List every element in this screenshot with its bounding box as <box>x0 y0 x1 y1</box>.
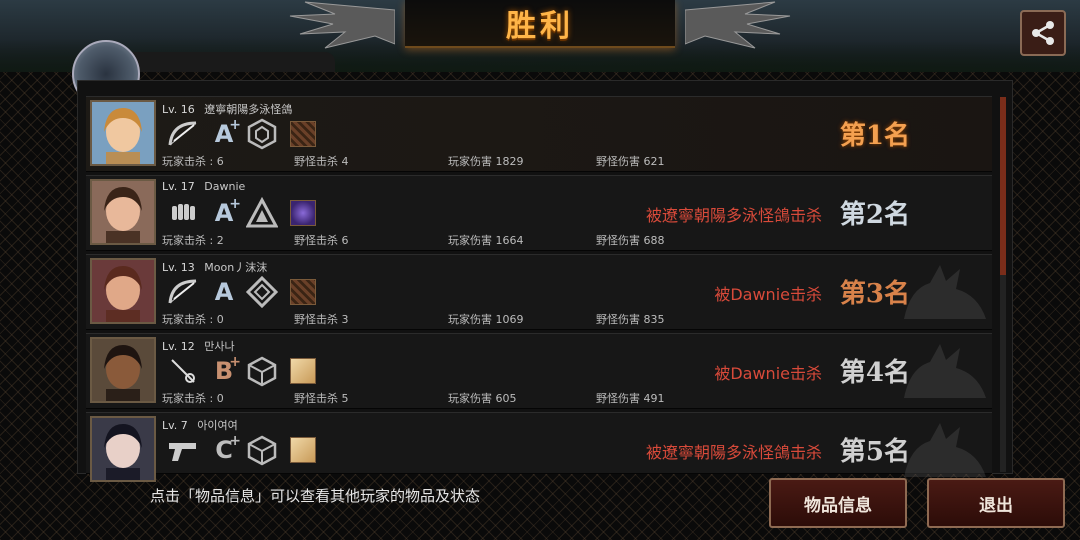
player-title: Lv. 13 Moon丿沫沫 <box>162 259 267 275</box>
wolf-emblem-icon <box>904 344 986 398</box>
player-grade: B + <box>205 354 243 388</box>
player-level: Lv. 12 <box>162 340 195 353</box>
player-damage: 玩家伤害 1664 <box>448 234 524 247</box>
hexagon-emblem-icon <box>243 117 281 151</box>
rank-label: 第1名 <box>839 121 910 151</box>
grade-letter: A <box>214 278 234 306</box>
rank-label: 第4名 <box>839 358 910 388</box>
player-stats: 玩家击杀 : 2 野怪击杀 6 玩家伤害 1664 野怪伤害 688 <box>162 232 762 247</box>
player-row[interactable]: Lv. 7 아이여여 C + 被遼寧朝陽多泳怪鴿击杀 第5名 <box>86 412 992 482</box>
player-damage: 玩家伤害 605 <box>448 392 517 405</box>
cube-emblem-icon <box>243 354 281 388</box>
player-kills: 玩家击杀 : 0 <box>162 313 224 326</box>
player-damage: 玩家伤害 1069 <box>448 313 524 326</box>
player-row[interactable]: Lv. 13 Moon丿沫沫 A 玩家击杀 : 0 野怪击杀 3 玩家伤害 10… <box>86 254 992 330</box>
player-level: Lv. 13 <box>162 261 195 274</box>
player-row[interactable]: Lv. 12 만사나 B + 玩家击杀 : 0 野怪击杀 5 玩家伤害 605 … <box>86 333 992 409</box>
diamond-emblem-icon <box>243 275 281 309</box>
left-wing-ornament-icon <box>289 1 395 49</box>
scroll-item-icon[interactable] <box>284 354 322 388</box>
grade-plus: + <box>229 433 241 449</box>
player-title: Lv. 7 아이여여 <box>162 417 238 433</box>
player-avatar[interactable] <box>90 100 156 166</box>
pistol-icon <box>164 433 202 467</box>
crossed-item-icon[interactable] <box>284 117 322 151</box>
rank-label: 第3名 <box>839 279 910 309</box>
killed-by-text: 被遼寧朝陽多泳怪鴿击杀 <box>645 206 822 225</box>
title-banner: 胜利 <box>405 0 675 48</box>
player-level: Lv. 17 <box>162 180 195 193</box>
share-button[interactable] <box>1020 10 1066 56</box>
monster-kills: 野怪击杀 4 <box>294 155 349 168</box>
player-kills: 玩家击杀 : 6 <box>162 155 224 168</box>
monster-kills: 野怪击杀 6 <box>294 234 349 247</box>
rank-label: 第5名 <box>839 437 910 467</box>
player-icons: A + <box>164 196 325 230</box>
player-name: 아이여여 <box>197 419 238 432</box>
player-damage: 玩家伤害 1829 <box>448 155 524 168</box>
killed-by-text: 被Dawnie击杀 <box>714 285 822 304</box>
item-info-button[interactable]: 物品信息 <box>769 478 907 528</box>
player-stats: 玩家击杀 : 0 野怪击杀 5 玩家伤害 605 野怪伤害 491 <box>162 390 762 405</box>
player-avatar[interactable] <box>90 416 156 482</box>
player-grade: A + <box>205 117 243 151</box>
player-title: Lv. 12 만사나 <box>162 338 235 354</box>
player-grade: A + <box>205 196 243 230</box>
grade-plus: + <box>229 354 241 370</box>
grade-plus: + <box>229 196 241 212</box>
exit-button[interactable]: 退出 <box>927 478 1065 528</box>
player-title: Lv. 16 遼寧朝陽多泳怪鴿 <box>162 101 292 117</box>
player-icons: C + <box>164 433 325 467</box>
triangle-emblem-icon <box>243 196 281 230</box>
player-row[interactable]: Lv. 16 遼寧朝陽多泳怪鴿 A + 玩家击杀 : 6 野怪击杀 4 玩家伤害… <box>86 96 992 172</box>
player-icons: A + <box>164 117 325 151</box>
player-level: Lv. 7 <box>162 419 188 432</box>
player-stats: 玩家击杀 : 0 野怪击杀 3 玩家伤害 1069 野怪伤害 835 <box>162 311 762 326</box>
player-title: Lv. 17 Dawnie <box>162 180 245 193</box>
player-name: 만사나 <box>204 340 235 353</box>
player-stats <box>162 469 762 483</box>
killed-by-text: 被Dawnie击杀 <box>714 364 822 383</box>
rapier-icon <box>164 354 202 388</box>
right-wing-ornament-icon <box>685 1 791 49</box>
victory-title: 胜利 <box>506 9 574 44</box>
player-kills: 玩家击杀 : 2 <box>162 234 224 247</box>
bow-icon <box>164 117 202 151</box>
bow-icon <box>164 275 202 309</box>
player-name: Dawnie <box>204 180 246 193</box>
scrollbar-thumb[interactable] <box>1000 97 1006 275</box>
monster-damage: 野怪伤害 688 <box>596 234 665 247</box>
wolf-emblem-icon <box>904 423 986 477</box>
monster-damage: 野怪伤害 621 <box>596 155 665 168</box>
player-icons: B + <box>164 354 325 388</box>
player-level: Lv. 16 <box>162 103 195 116</box>
monster-damage: 野怪伤害 491 <box>596 392 665 405</box>
wolf-emblem-icon <box>904 265 986 319</box>
scroll-item-icon[interactable] <box>284 433 322 467</box>
cube-emblem-icon <box>243 433 281 467</box>
player-avatar[interactable] <box>90 258 156 324</box>
player-grade: C + <box>205 433 243 467</box>
crossed-item-icon[interactable] <box>284 275 322 309</box>
player-avatar[interactable] <box>90 337 156 403</box>
player-avatar[interactable] <box>90 179 156 245</box>
fist-icon <box>164 196 202 230</box>
player-icons: A <box>164 275 325 309</box>
player-row[interactable]: Lv. 17 Dawnie A + 玩家击杀 : 2 野怪击杀 6 玩家伤害 1… <box>86 175 992 251</box>
hint-text: 点击「物品信息」可以查看其他玩家的物品及状态 <box>150 487 481 505</box>
share-icon <box>1032 21 1054 45</box>
player-name: Moon丿沫沫 <box>204 261 268 274</box>
killed-by-text: 被遼寧朝陽多泳怪鴿击杀 <box>645 443 822 462</box>
monster-kills: 野怪击杀 5 <box>294 392 349 405</box>
player-stats: 玩家击杀 : 6 野怪击杀 4 玩家伤害 1829 野怪伤害 621 <box>162 153 762 168</box>
player-grade: A <box>205 275 243 309</box>
rank-label: 第2名 <box>839 200 910 230</box>
monster-damage: 野怪伤害 835 <box>596 313 665 326</box>
player-name: 遼寧朝陽多泳怪鴿 <box>204 103 293 116</box>
grade-plus: + <box>229 117 241 133</box>
player-kills: 玩家击杀 : 0 <box>162 392 224 405</box>
monster-kills: 野怪击杀 3 <box>294 313 349 326</box>
purple-claw-item-icon[interactable] <box>284 196 322 230</box>
